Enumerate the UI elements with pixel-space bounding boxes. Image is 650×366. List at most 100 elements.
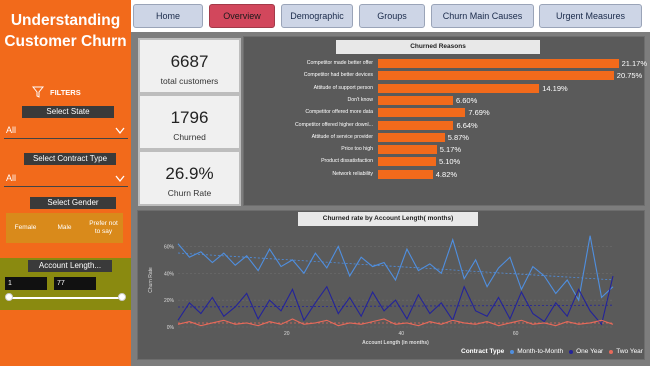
account-max-input[interactable]: 77 bbox=[54, 277, 96, 290]
bar-value-label: 6.64% bbox=[456, 120, 478, 130]
bar[interactable] bbox=[378, 120, 454, 130]
sidebar: Understanding Customer Churn FILTERS Sel… bbox=[0, 0, 131, 366]
state-dropdown[interactable]: All bbox=[4, 123, 128, 139]
bar-value-label: 7.69% bbox=[468, 108, 490, 118]
kpi-card-churned: 1796 Churned bbox=[138, 94, 241, 150]
bar-label: Attitude of service provider bbox=[311, 133, 373, 140]
bar[interactable] bbox=[378, 71, 614, 81]
bar-label: Competitor made better offer bbox=[306, 60, 373, 66]
legend-item-two-year[interactable]: Two Year bbox=[616, 348, 643, 355]
churned-reasons-chart: Churned Reasons Competitor made better o… bbox=[243, 36, 647, 206]
app-title: Understanding Customer Churn bbox=[0, 10, 131, 52]
tab-home[interactable]: Home bbox=[133, 4, 203, 28]
app-title-line2: Customer Churn bbox=[4, 33, 127, 50]
legend-title: Contract Type bbox=[461, 348, 505, 355]
series-line-2[interactable] bbox=[177, 318, 614, 327]
state-filter-label: Select State bbox=[22, 106, 114, 118]
tab-urgent-measures[interactable]: Urgent Measures bbox=[539, 4, 642, 28]
bar[interactable] bbox=[378, 169, 433, 179]
bar-label: Network reliability bbox=[332, 170, 373, 177]
chevron-down-icon bbox=[115, 175, 125, 183]
account-length-slicer: Account Length... 1 77 bbox=[0, 258, 131, 310]
x-tick-label: 20 bbox=[284, 331, 290, 337]
kpi-value: 1796 bbox=[170, 108, 209, 127]
bar-label: Don't know bbox=[347, 96, 374, 103]
account-min-input[interactable]: 1 bbox=[5, 277, 47, 290]
gender-option-male[interactable]: Male bbox=[45, 213, 84, 243]
bar[interactable] bbox=[378, 145, 437, 155]
trend-line-1 bbox=[177, 304, 614, 308]
bar-row: Attitude of support person 14.19% bbox=[244, 83, 646, 94]
bar-label: Competitor offered more data bbox=[305, 109, 373, 116]
filter-icon bbox=[32, 86, 44, 98]
bar-row: Price too high 5.17% bbox=[244, 144, 646, 155]
bar-label: Product dissatisfaction bbox=[321, 158, 373, 165]
top-navigation: Home Overview Demographic Groups Churn M… bbox=[131, 0, 650, 32]
tab-churn-main-causes[interactable]: Churn Main Causes bbox=[431, 4, 534, 28]
series-line-0[interactable] bbox=[177, 235, 614, 302]
chart-title: Churned Reasons bbox=[336, 40, 540, 54]
bar-row: Competitor offered higher downl... 6.64% bbox=[244, 120, 646, 131]
trend-line-0 bbox=[177, 252, 614, 281]
gender-option-prefer-not[interactable]: Prefer not to say bbox=[84, 213, 123, 243]
bar[interactable] bbox=[378, 83, 540, 93]
bar-row: Competitor made better offer 21.17% bbox=[244, 58, 647, 69]
bar[interactable] bbox=[378, 157, 436, 167]
gender-slicer: Female Male Prefer not to say bbox=[6, 213, 123, 243]
contract-dropdown-value: All bbox=[6, 173, 17, 183]
bar-value-label: 4.82% bbox=[435, 169, 458, 179]
tab-groups[interactable]: Groups bbox=[359, 4, 425, 28]
tab-overview[interactable]: Overview bbox=[209, 4, 275, 28]
bar-row: Network reliability 4.82% bbox=[244, 169, 646, 180]
kpi-label: Churn Rate bbox=[167, 188, 212, 198]
contract-dropdown[interactable]: All bbox=[4, 171, 128, 187]
x-tick-label: 60 bbox=[513, 331, 519, 337]
legend-dot-mtm bbox=[510, 349, 515, 354]
chart-legend: Contract Type Month-to-Month One Year Tw… bbox=[461, 348, 643, 355]
bar-row: Competitor had better devices 20.75% bbox=[244, 70, 646, 81]
bar-label: Competitor offered higher downl... bbox=[294, 121, 373, 128]
state-dropdown-value: All bbox=[6, 125, 17, 135]
bar-row: Attitude of service provider 5.87% bbox=[244, 132, 646, 143]
legend-item-one-year[interactable]: One Year bbox=[576, 348, 603, 355]
account-slider-min-handle[interactable] bbox=[5, 293, 13, 301]
bar[interactable] bbox=[378, 132, 445, 142]
bar[interactable] bbox=[378, 59, 619, 68]
y-axis-title: Churn Rate bbox=[148, 267, 154, 293]
kpi-value: 26.9% bbox=[165, 164, 214, 183]
x-axis-title: Account Length (in months) bbox=[362, 340, 429, 346]
gender-option-female[interactable]: Female bbox=[6, 213, 45, 243]
account-slider-max-handle[interactable] bbox=[118, 293, 126, 301]
bar-label: Price too high bbox=[341, 146, 373, 153]
bar-row: Product dissatisfaction 5.10% bbox=[244, 156, 646, 167]
x-tick-label: 40 bbox=[398, 331, 404, 337]
tab-demographic[interactable]: Demographic bbox=[281, 4, 353, 28]
kpi-label: total customers bbox=[160, 76, 219, 86]
y-tick-label: 0% bbox=[167, 325, 175, 331]
account-slider-track[interactable] bbox=[9, 297, 123, 299]
app-title-line1: Understanding bbox=[10, 12, 121, 29]
legend-dot-two-year bbox=[609, 349, 614, 354]
bar-value-label: 5.87% bbox=[447, 132, 469, 142]
bar-value-label: 5.10% bbox=[438, 157, 461, 167]
line-chart-plot: 60% 40% 20% 0% 20 40 60 Churn Rate Account Lengt… bbox=[148, 235, 614, 346]
y-tick-label: 60% bbox=[164, 244, 175, 250]
bar-value-label: 6.60% bbox=[456, 95, 478, 105]
gender-filter-label: Select Gender bbox=[30, 197, 116, 209]
report-canvas: 6687 total customers 1796 Churned 26.9% … bbox=[131, 32, 650, 366]
bar-label: Competitor had better devices bbox=[303, 72, 373, 79]
chevron-down-icon bbox=[115, 127, 125, 135]
filters-label: FILTERS bbox=[50, 87, 81, 97]
bar-row: Don't know 6.60% bbox=[244, 95, 646, 106]
account-length-label: Account Length... bbox=[28, 260, 112, 272]
bar-value-label: 14.19% bbox=[542, 83, 568, 93]
y-tick-label: 20% bbox=[164, 298, 175, 304]
kpi-card-churn-rate: 26.9% Churn Rate bbox=[138, 150, 241, 206]
bar[interactable] bbox=[378, 108, 466, 118]
bar-value-label: 21.17% bbox=[621, 59, 647, 68]
bar[interactable] bbox=[378, 95, 453, 105]
legend-item-mtm[interactable]: Month-to-Month bbox=[517, 348, 563, 355]
kpi-label: Churned bbox=[173, 132, 206, 142]
bar-row: Competitor offered more data 7.69% bbox=[244, 107, 646, 118]
kpi-value: 6687 bbox=[170, 52, 209, 71]
